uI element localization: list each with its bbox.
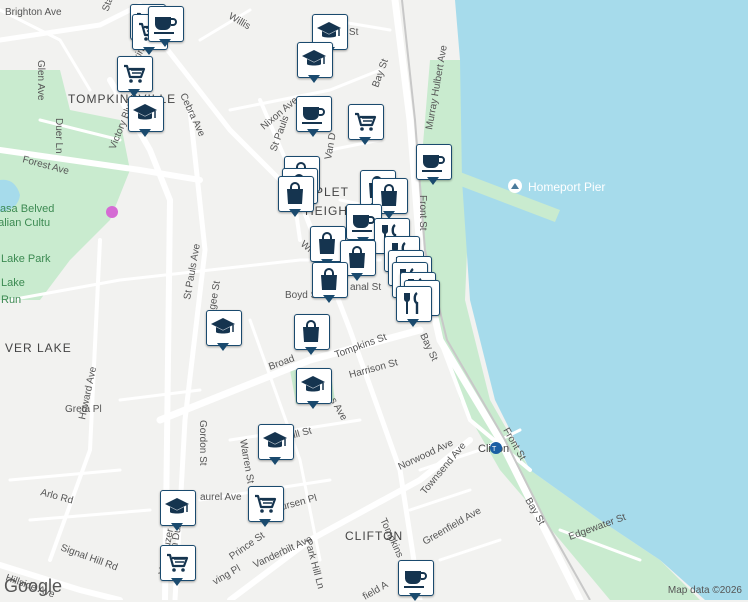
neighborhood-label: VER LAKE xyxy=(5,341,72,355)
street-label: aurel Ave xyxy=(200,492,242,503)
coffee-cup-icon xyxy=(302,107,325,124)
shopping-cart-icon xyxy=(255,494,277,513)
shopping-cart-icon xyxy=(167,553,189,572)
map-canvas[interactable]: Brighton AveStanleyGlen AveWillisTompkin… xyxy=(0,0,748,600)
cafe-marker[interactable] xyxy=(296,96,332,138)
graduation-cap-icon xyxy=(165,498,189,514)
grocery-marker[interactable] xyxy=(117,56,153,98)
map-attribution: Map data ©2026 xyxy=(667,585,742,596)
cafe-marker[interactable] xyxy=(416,144,452,186)
park-label: Lake Park xyxy=(1,253,51,265)
school-marker[interactable] xyxy=(206,310,242,352)
graduation-cap-icon xyxy=(302,50,326,66)
shopping-bag-icon xyxy=(287,182,303,204)
graduation-cap-icon xyxy=(133,104,157,120)
graduation-cap-icon xyxy=(301,376,325,392)
graduation-cap-icon xyxy=(211,318,235,334)
coffee-cup-icon xyxy=(404,571,427,588)
graduation-cap-icon xyxy=(317,22,341,38)
grocery-marker[interactable] xyxy=(248,486,284,528)
shop-marker[interactable] xyxy=(294,314,330,356)
shopping-bag-icon xyxy=(319,232,335,254)
school-marker[interactable] xyxy=(296,368,332,410)
grocery-marker[interactable] xyxy=(160,545,196,587)
coffee-cup-icon xyxy=(154,17,177,34)
park-label: Run xyxy=(1,294,21,306)
coffee-cup-icon xyxy=(422,155,445,172)
school-marker[interactable] xyxy=(297,42,333,84)
museum-icon xyxy=(106,206,118,218)
google-logo: Google xyxy=(4,576,63,596)
school-marker[interactable] xyxy=(258,424,294,466)
street-label: anal St xyxy=(350,282,381,293)
street-label: Front St xyxy=(417,195,428,231)
neighborhood-label: CLIFTON xyxy=(345,529,403,543)
school-marker[interactable] xyxy=(160,490,196,532)
cafe-marker[interactable] xyxy=(148,6,184,48)
coffee-cup-icon xyxy=(352,215,375,232)
street-label: Duer Ln xyxy=(53,118,64,154)
street-label: Brighton Ave xyxy=(5,7,62,18)
neighborhood-label: PLET xyxy=(315,185,349,199)
shop-marker[interactable] xyxy=(278,176,314,218)
park-label: Casa Belved xyxy=(0,203,54,215)
street-label: Glen Ave xyxy=(35,60,46,101)
park-label: Lake xyxy=(1,277,25,289)
school-marker[interactable] xyxy=(128,96,164,138)
shopping-cart-icon xyxy=(355,112,377,131)
svg-text:T: T xyxy=(492,446,497,453)
street-label: Gordon St xyxy=(197,420,208,466)
cafe-marker[interactable] xyxy=(398,560,434,602)
shopping-bag-icon xyxy=(321,268,337,290)
shopping-bag-icon xyxy=(303,320,319,342)
shop-marker[interactable] xyxy=(312,262,348,304)
restaurant-marker[interactable] xyxy=(396,286,432,328)
shopping-cart-icon xyxy=(124,64,146,83)
graduation-cap-icon xyxy=(263,432,287,448)
fork-knife-icon xyxy=(404,292,419,314)
street-label: Greta Pl xyxy=(65,404,102,415)
grocery-marker[interactable] xyxy=(348,104,384,146)
park-label: Italian Cultu xyxy=(0,217,50,229)
homeport-pier-label[interactable]: Homeport Pier xyxy=(528,180,605,194)
